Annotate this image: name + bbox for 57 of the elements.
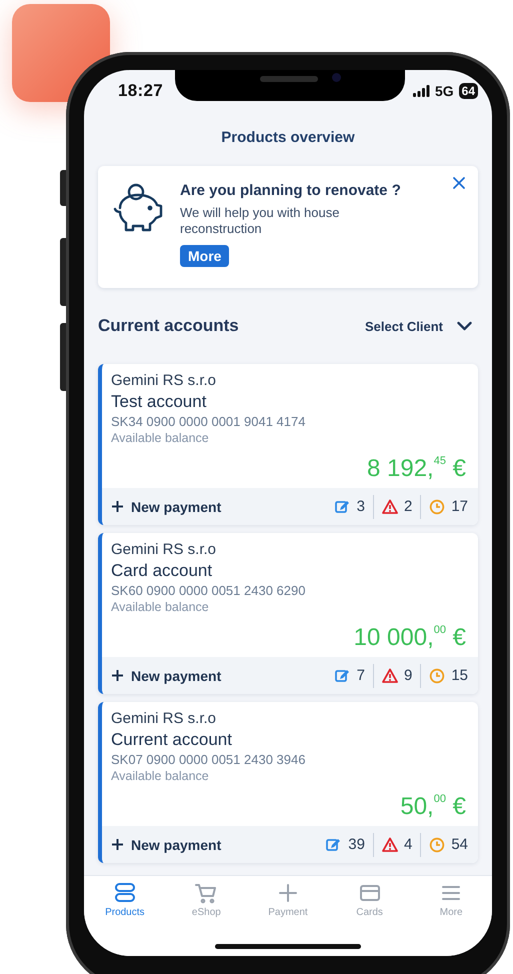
new-payment-button[interactable]: New payment <box>112 836 222 852</box>
signal-icon <box>412 85 430 97</box>
account-name: Test account <box>111 391 206 413</box>
status-counter[interactable]: 7 <box>326 664 373 688</box>
promo-text: We will help you with house reconstruction <box>180 205 340 237</box>
account-number: SK07 0900 0000 0051 2430 3946 <box>111 751 306 768</box>
balance-amount: 10 000,$^{00}$ € <box>354 623 466 653</box>
card-icon <box>358 882 381 904</box>
battery-indicator: 64 <box>458 83 478 99</box>
select-client-button[interactable]: Select Client <box>364 318 472 334</box>
clock-icon <box>429 836 446 852</box>
status-counter[interactable]: 4 <box>372 832 420 856</box>
cart-icon <box>195 882 218 904</box>
network-label: 5G <box>434 83 454 99</box>
new-payment-button[interactable]: New payment <box>112 498 222 514</box>
edit-icon <box>334 668 351 684</box>
plus-icon <box>112 501 123 512</box>
company-name: Gemini RS s.r.o <box>111 540 216 560</box>
section-title: Current accounts <box>98 316 240 336</box>
edit-icon <box>334 498 351 514</box>
warning-icon <box>382 836 398 852</box>
status-counter[interactable]: 15 <box>420 664 468 688</box>
plus-icon <box>112 670 123 681</box>
balance-label: Available balance <box>111 768 209 784</box>
account-number: SK34 0900 0000 0001 9041 4174 <box>111 413 306 430</box>
balance-label: Available balance <box>111 599 209 615</box>
plus-icon <box>112 839 123 850</box>
edit-icon <box>326 836 342 852</box>
more-button[interactable]: More <box>180 245 230 267</box>
account-name: Current account <box>111 729 232 751</box>
status-counter[interactable]: 2 <box>372 494 420 518</box>
warning-icon <box>382 668 398 684</box>
new-payment-button[interactable]: New payment <box>112 668 222 684</box>
status-counter[interactable]: 9 <box>372 664 420 688</box>
clock-icon <box>429 668 446 684</box>
close-button[interactable] <box>452 176 466 190</box>
plus-icon <box>276 882 299 904</box>
clock-icon <box>429 498 446 514</box>
company-name: Gemini RS s.r.o <box>111 709 216 729</box>
balance-amount: 50,$^{00}$ € <box>400 792 466 822</box>
status-counter[interactable]: 17 <box>420 494 468 518</box>
balance-amount: 8 192,$^{45}$ € <box>367 454 466 484</box>
close-icon <box>452 176 466 190</box>
page-title: Products overview <box>220 128 356 148</box>
account-name: Card account <box>111 560 212 582</box>
account-number: SK60 0900 0000 0051 2430 6290 <box>111 582 306 599</box>
status-counter[interactable]: 54 <box>420 832 468 856</box>
status-time: 18:27 <box>118 81 163 101</box>
balance-label: Available balance <box>111 430 209 446</box>
company-name: Gemini RS s.r.o <box>111 371 216 391</box>
status-counter[interactable]: 39 <box>318 832 373 856</box>
chevron-down-icon <box>457 321 472 331</box>
tab[interactable]: Products <box>84 882 166 918</box>
warning-icon <box>382 498 398 514</box>
status-counter[interactable]: 3 <box>326 494 373 518</box>
stacked-rectangles-icon <box>114 882 136 904</box>
promo-title: Are you planning to renovate ? <box>180 182 401 199</box>
